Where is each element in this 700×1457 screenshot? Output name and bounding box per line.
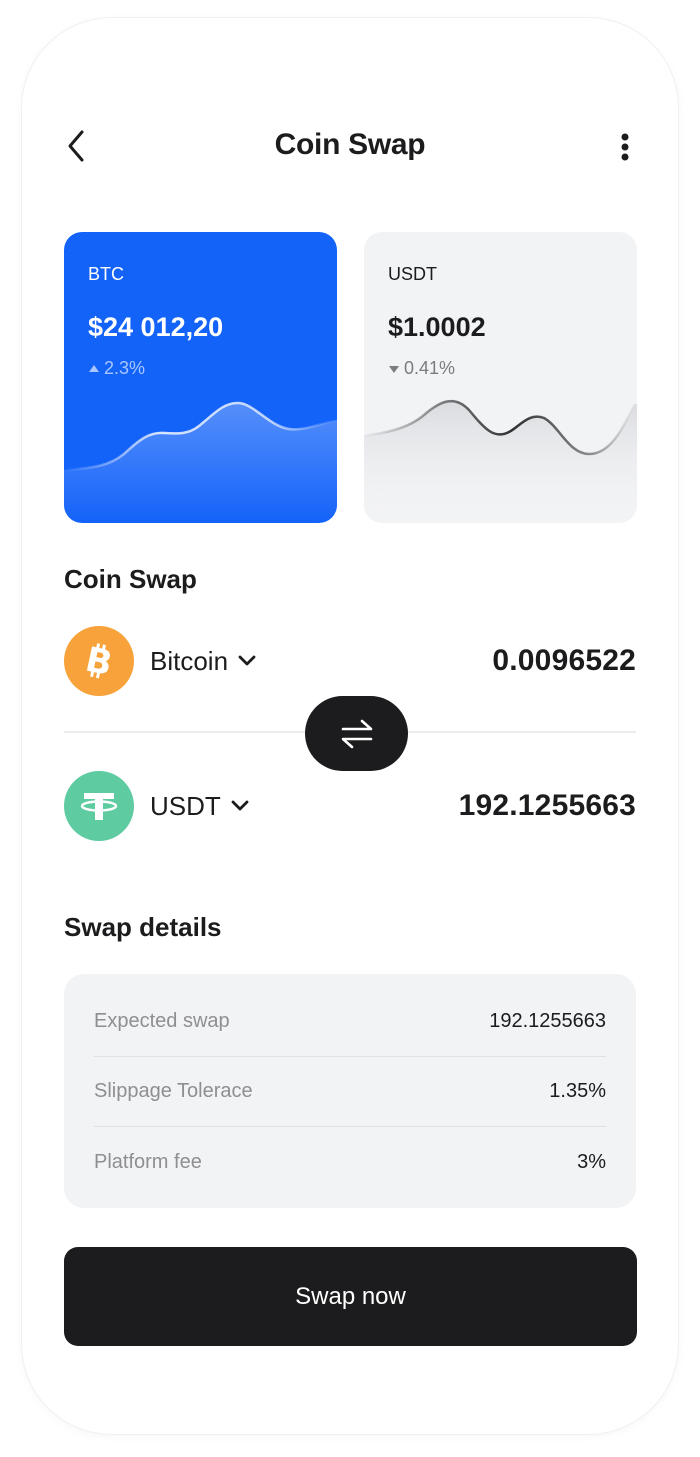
- detail-label: Slippage Tolerace: [94, 1080, 253, 1102]
- detail-label: Platform fee: [94, 1150, 202, 1173]
- coin-card-change-value: 2.3%: [104, 358, 146, 378]
- coin-card-symbol: USDT: [388, 264, 437, 284]
- swap-now-button[interactable]: Swap now: [64, 1247, 637, 1346]
- more-vertical-icon[interactable]: [612, 130, 638, 164]
- swap-arrows-icon: [341, 719, 372, 748]
- to-coin-select[interactable]: USDT: [150, 791, 249, 822]
- swap-direction-button[interactable]: [305, 696, 408, 771]
- coin-card-price: $24 012,20: [88, 312, 224, 342]
- chevron-down-icon: [238, 655, 256, 666]
- bitcoin-icon: B: [64, 626, 134, 696]
- detail-label: Expected swap: [94, 1010, 230, 1032]
- to-amount[interactable]: 192.1255663: [459, 789, 636, 823]
- tether-icon: [64, 771, 134, 841]
- coin-card-symbol: BTC: [88, 264, 124, 284]
- detail-row-expected: Expected swap 192.1255663: [94, 987, 606, 1057]
- detail-value: 192.1255663: [489, 1010, 606, 1032]
- coin-card-change: 2.3%: [88, 358, 145, 379]
- coin-card-usdt[interactable]: USDT $1.0002 0.41%: [364, 232, 637, 523]
- page-title: Coin Swap: [274, 128, 426, 161]
- from-coin-select[interactable]: Bitcoin: [150, 646, 256, 677]
- detail-value: 3%: [577, 1150, 606, 1173]
- coin-card-price: $1.0002: [388, 312, 486, 342]
- swap-details-heading: Swap details: [64, 912, 222, 942]
- swap-details-panel: Expected swap 192.1255663 Slippage Toler…: [64, 974, 636, 1208]
- detail-row-fee: Platform fee 3%: [94, 1127, 606, 1197]
- coin-swap-heading: Coin Swap: [64, 564, 197, 594]
- detail-value: 1.35%: [549, 1080, 606, 1102]
- to-coin-name: USDT: [150, 790, 221, 821]
- btc-sparkline: [64, 401, 337, 523]
- detail-row-slippage: Slippage Tolerace 1.35%: [94, 1057, 606, 1127]
- triangle-down-icon: [389, 365, 399, 373]
- coin-card-btc[interactable]: BTC $24 012,20 2.3%: [64, 232, 337, 523]
- chevron-down-icon: [231, 800, 249, 811]
- coin-card-change: 0.41%: [388, 358, 455, 379]
- usdt-sparkline: [364, 399, 637, 523]
- from-coin-name: Bitcoin: [150, 645, 229, 676]
- triangle-up-icon: [89, 364, 99, 372]
- from-amount[interactable]: 0.0096522: [492, 644, 636, 678]
- swap-to-row: USDT 192.1255663: [64, 770, 636, 842]
- swap-from-row: B Bitcoin 0.0096522: [64, 625, 636, 697]
- coin-card-change-value: 0.41%: [404, 358, 456, 378]
